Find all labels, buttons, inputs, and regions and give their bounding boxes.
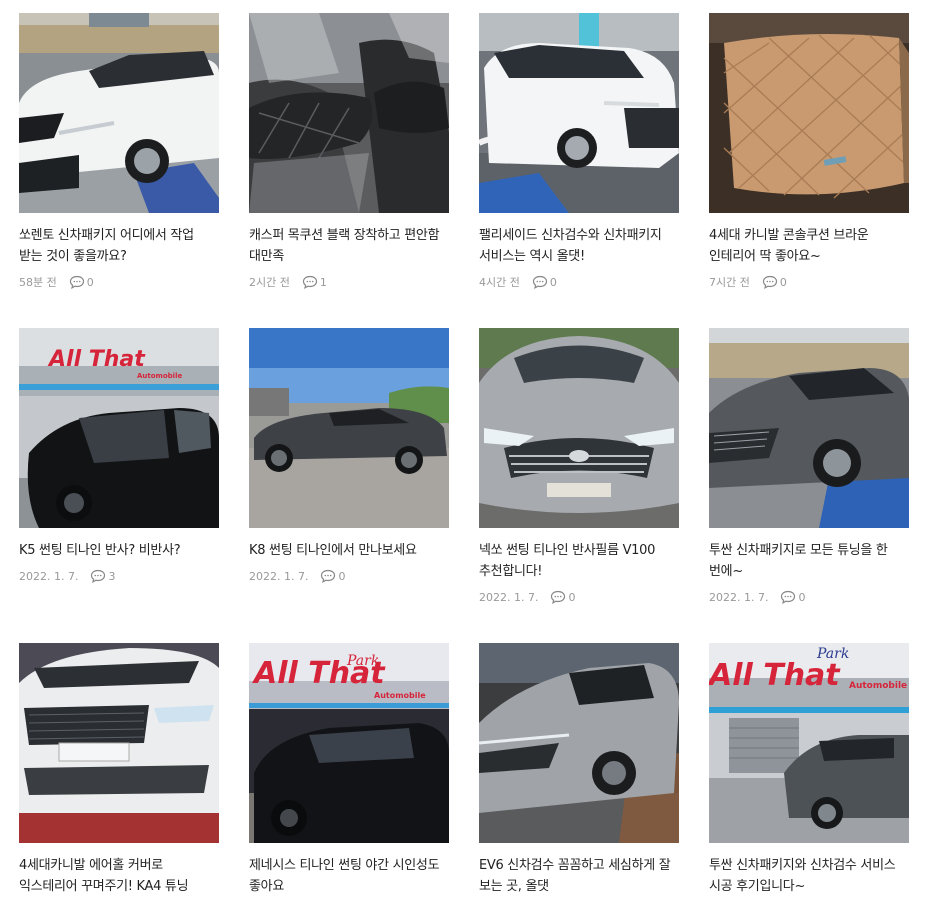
silver-nexo-image <box>479 328 679 528</box>
post-thumbnail[interactable] <box>479 328 679 528</box>
store-sign-script: Park <box>346 653 379 669</box>
comment-number: 0 <box>338 569 346 583</box>
post-meta: 2시간 전 1 <box>249 274 449 290</box>
post-title[interactable]: 팰리세이드 신차검수와 신차패키지 서비스는 역시 올댓! <box>479 225 679 267</box>
comment-count[interactable]: 1 <box>302 275 327 289</box>
gray-tucson-storefront-image: All That Park Automobile <box>709 643 909 843</box>
comment-count[interactable]: 0 <box>69 275 94 289</box>
post-thumbnail[interactable]: All That Park Automobile <box>709 643 909 843</box>
store-sign-subtext: Automobile <box>374 691 426 700</box>
white-palisade-image <box>479 13 679 213</box>
post-title[interactable]: EV6 신차검수 꼼꼼하고 세심하게 잘 보는 곳, 올댓 <box>479 855 679 897</box>
comment-count[interactable]: 0 <box>320 569 345 583</box>
comment-icon <box>302 275 317 289</box>
post-thumbnail[interactable] <box>19 643 219 843</box>
post-date: 4시간 전 <box>479 276 520 289</box>
post-meta: 2022. 1. 7. 0 <box>479 589 679 605</box>
post-thumbnail[interactable] <box>249 328 449 528</box>
comment-number: 0 <box>568 590 576 604</box>
post-title[interactable]: 넥쏘 썬팅 티나인 반사필름 V100 추천합니다! <box>479 540 679 582</box>
post-title[interactable]: K5 썬팅 티나인 반사? 비반사? <box>19 540 219 561</box>
post-thumbnail[interactable] <box>479 13 679 213</box>
post-meta: 7시간 전 0 <box>709 274 909 290</box>
post-thumbnail[interactable]: All That Park Automobile <box>249 643 449 843</box>
post-title[interactable]: K8 썬팅 티나인에서 만나보세요 <box>249 540 449 561</box>
post-card[interactable]: All That Park Automobile 투싼 신차패키지와 신차검수 … <box>709 643 909 897</box>
black-genesis-image: All That Park Automobile <box>249 643 449 843</box>
post-thumbnail[interactable] <box>479 643 679 843</box>
comment-icon <box>762 275 777 289</box>
post-meta: 58분 전 0 <box>19 274 219 290</box>
post-card[interactable]: All That Park Automobile 제네시스 티나인 썬팅 야간 … <box>249 643 449 897</box>
comment-number: 0 <box>549 275 557 289</box>
post-card[interactable]: All That Automobile K5 썬팅 티나인 반사? 비반사? 2… <box>19 328 219 584</box>
post-meta: 2022. 1. 7. 0 <box>249 568 449 584</box>
comment-icon <box>69 275 84 289</box>
post-date: 2022. 1. 7. <box>19 569 79 583</box>
comment-icon <box>91 569 106 583</box>
post-title[interactable]: 제네시스 티나인 썬팅 야간 시인성도 좋아요 <box>249 855 449 897</box>
post-date: 2022. 1. 7. <box>249 569 309 583</box>
comment-count[interactable]: 0 <box>762 275 787 289</box>
post-date: 2시간 전 <box>249 276 290 289</box>
comment-count[interactable]: 0 <box>780 590 805 604</box>
comment-count[interactable]: 3 <box>90 569 115 583</box>
post-thumbnail[interactable]: All That Automobile <box>19 328 219 528</box>
post-thumbnail[interactable] <box>709 13 909 213</box>
post-title[interactable]: 4세대카니발 에어홀 커버로 익스테리어 꾸며주기! KA4 튜닝 <box>19 855 219 897</box>
post-card[interactable]: EV6 신차검수 꼼꼼하고 세심하게 잘 보는 곳, 올댓 <box>479 643 679 897</box>
post-card[interactable]: 팰리세이드 신차검수와 신차패키지 서비스는 역시 올댓! 4시간 전 0 <box>479 13 679 290</box>
white-suv-image <box>19 13 219 213</box>
gray-k8-image <box>249 328 449 528</box>
comment-count[interactable]: 0 <box>532 275 557 289</box>
store-sign-subtext: Automobile <box>137 372 182 380</box>
comment-number: 1 <box>319 275 327 289</box>
post-card[interactable]: 쏘렌토 신차패키지 어디에서 작업 받는 것이 좋을까요? 58분 전 0 <box>19 13 219 290</box>
post-thumbnail[interactable] <box>249 13 449 213</box>
comment-number: 3 <box>108 569 116 583</box>
comment-number: 0 <box>86 275 94 289</box>
comment-icon <box>781 590 796 604</box>
store-sign-text: All That <box>709 658 841 693</box>
post-title[interactable]: 캐스퍼 목쿠션 블랙 장착하고 편안함 대만족 <box>249 225 449 267</box>
post-card[interactable]: 4세대카니발 에어홀 커버로 익스테리어 꾸며주기! KA4 튜닝 <box>19 643 219 897</box>
post-meta: 4시간 전 0 <box>479 274 679 290</box>
black-k5-image: All That Automobile <box>19 328 219 528</box>
neck-cushion-image <box>249 13 449 213</box>
comment-number: 0 <box>798 590 806 604</box>
store-sign-script: Park <box>816 646 849 662</box>
post-date: 2022. 1. 7. <box>709 590 769 604</box>
store-sign-text: All That <box>47 347 146 372</box>
post-thumbnail[interactable] <box>709 328 909 528</box>
post-card[interactable]: 캐스퍼 목쿠션 블랙 장착하고 편안함 대만족 2시간 전 1 <box>249 13 449 290</box>
post-thumbnail[interactable] <box>19 13 219 213</box>
post-title[interactable]: 4세대 카니발 콘솔쿠션 브라운 인테리어 딱 좋아요~ <box>709 225 909 267</box>
comment-icon <box>551 590 566 604</box>
post-title[interactable]: 투싼 신차패키지와 신차검수 서비스 시공 후기입니다~ <box>709 855 909 897</box>
post-title[interactable]: 쏘렌토 신차패키지 어디에서 작업 받는 것이 좋을까요? <box>19 225 219 267</box>
silver-ev6-image <box>479 643 679 843</box>
comment-number: 0 <box>779 275 787 289</box>
post-meta: 2022. 1. 7. 0 <box>709 589 909 605</box>
post-title[interactable]: 투싼 신차패키지로 모든 튜닝을 한 번에~ <box>709 540 909 582</box>
white-carnival-image <box>19 643 219 843</box>
post-card[interactable]: 넥쏘 썬팅 티나인 반사필름 V100 추천합니다! 2022. 1. 7. 0 <box>479 328 679 605</box>
post-date: 58분 전 <box>19 276 57 289</box>
post-meta: 2022. 1. 7. 3 <box>19 568 219 584</box>
comment-icon <box>532 275 547 289</box>
store-sign-subtext: Automobile <box>849 681 907 691</box>
post-card[interactable]: 4세대 카니발 콘솔쿠션 브라운 인테리어 딱 좋아요~ 7시간 전 0 <box>709 13 909 290</box>
post-date: 2022. 1. 7. <box>479 590 539 604</box>
post-date: 7시간 전 <box>709 276 750 289</box>
console-cushion-image <box>709 13 909 213</box>
comment-count[interactable]: 0 <box>550 590 575 604</box>
comment-icon <box>321 569 336 583</box>
post-card[interactable]: 투싼 신차패키지로 모든 튜닝을 한 번에~ 2022. 1. 7. 0 <box>709 328 909 605</box>
gray-tucson-image <box>709 328 909 528</box>
post-card[interactable]: K8 썬팅 티나인에서 만나보세요 2022. 1. 7. 0 <box>249 328 449 584</box>
